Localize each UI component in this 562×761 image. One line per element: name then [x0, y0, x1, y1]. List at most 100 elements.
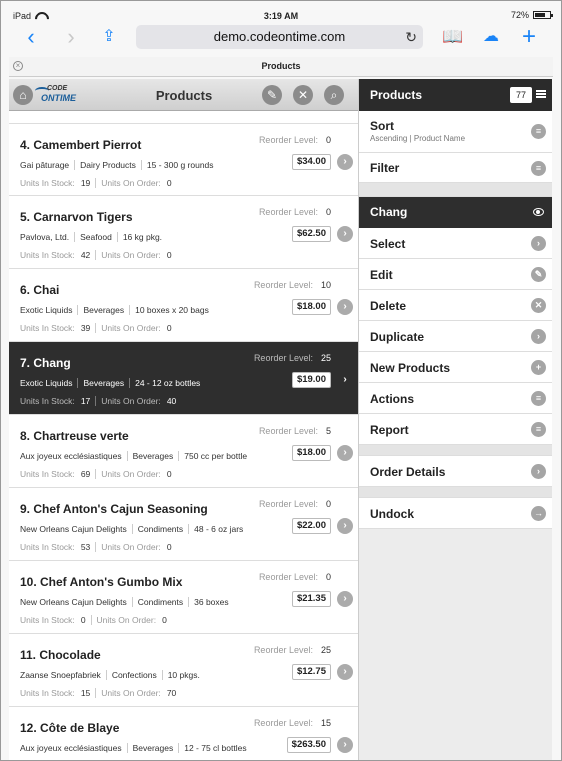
action-edit[interactable]: Edit ✎ — [359, 259, 552, 290]
stock-value: 42 — [80, 250, 91, 260]
stock-info: Units In Stock: 17 Units On Order: 40 — [20, 396, 177, 406]
reorder-value: 15 — [320, 718, 331, 728]
chevron-right-icon[interactable]: › — [337, 518, 353, 534]
quantity-per-unit: 15 - 300 g rounds — [140, 160, 214, 170]
action-delete[interactable]: Delete ✕ — [359, 290, 552, 321]
close-icon[interactable]: ✕ — [293, 85, 313, 105]
action-select[interactable]: Select › — [359, 228, 552, 259]
action-duplicate[interactable]: Duplicate › — [359, 321, 552, 352]
order-label: Units On Order: — [101, 469, 161, 479]
quantity-per-unit: 36 boxes — [188, 597, 229, 607]
product-title: 4. Camembert Pierrot — [20, 138, 142, 152]
product-item[interactable]: 5. Carnarvon Tigers Reorder Level: 0 Pavlov… — [9, 196, 358, 269]
pencil-icon: ✎ — [531, 267, 546, 282]
menu-icon[interactable] — [536, 90, 546, 98]
app-header: ⌂ CODE ONTIME Products ✎ ✕ ⌕ — [9, 79, 358, 111]
forward-icon[interactable]: › — [59, 25, 83, 49]
product-item[interactable]: 8. Chartreuse verte Reorder Level: 5 Aux jo… — [9, 415, 358, 488]
order-details-label: Order Details — [370, 465, 446, 479]
reorder-value: 25 — [320, 353, 331, 363]
chevron-right-icon[interactable]: › — [337, 226, 353, 242]
stock-info: Units In Stock: 39 Units On Order: 0 — [20, 323, 172, 333]
sort-row[interactable]: Sort Ascending | Product Name ≡ — [359, 111, 552, 153]
chevron-right-icon[interactable]: › — [337, 591, 353, 607]
chevron-right-icon: › — [531, 236, 546, 251]
screen: iPad 3:19 AM 72% ‹ › ⇪ demo.codeontime.c… — [0, 0, 562, 761]
product-title: 8. Chartreuse verte — [20, 429, 129, 443]
price-badge: $19.00 — [291, 372, 331, 388]
quantity-per-unit: 750 cc per bottle — [178, 451, 248, 461]
supplier: New Orleans Cajun Delights — [20, 597, 127, 607]
stock-info: Units In Stock: 53 Units On Order: 0 — [20, 542, 172, 552]
category: Condiments — [131, 597, 184, 607]
plus-icon: + — [531, 360, 546, 375]
panel-divider — [359, 183, 552, 197]
chevron-right-icon[interactable]: › — [337, 372, 353, 388]
product-item[interactable]: 11. Chocolade Reorder Level: 25 Zaanse Snoe… — [9, 634, 358, 707]
panel-divider — [359, 445, 552, 456]
new-tab-icon[interactable]: + — [517, 25, 541, 49]
menu-icon: ≡ — [531, 422, 546, 437]
close-icon: ✕ — [531, 298, 546, 313]
category: Confections — [105, 670, 157, 680]
product-item[interactable]: 10. Chef Anton's Gumbo Mix Reorder Level:… — [9, 561, 358, 634]
url-bar[interactable]: demo.codeontime.com ↻ — [136, 25, 423, 49]
bookmarks-icon[interactable]: 📖 — [441, 25, 465, 49]
stock-value: 39 — [80, 323, 91, 333]
category: Beverages — [77, 305, 125, 315]
reorder-value: 5 — [325, 426, 331, 436]
action-label: Actions — [370, 392, 415, 406]
product-title: 12. Côte de Blaye — [20, 721, 120, 735]
cloud-tabs-icon[interactable]: ☁ — [479, 25, 503, 49]
supplier: Gai pâturage — [20, 160, 70, 170]
stock-label: Units In Stock: — [20, 178, 75, 188]
product-item[interactable]: 6. Chai Reorder Level: 10 Exotic Liquids Bev… — [9, 269, 358, 342]
reorder-label: Reorder Level: — [258, 572, 318, 582]
product-item[interactable]: 9. Chef Anton's Cajun Seasoning Reorder L… — [9, 488, 358, 561]
app: ⌂ CODE ONTIME Products ✎ ✕ ⌕ 4. Camember… — [9, 79, 552, 760]
tab-title[interactable]: Products — [9, 61, 553, 71]
product-title: 6. Chai — [20, 283, 60, 297]
chevron-right-icon[interactable]: › — [337, 299, 353, 315]
action-actions[interactable]: Actions ≡ — [359, 383, 552, 414]
supplier: Exotic Liquids — [20, 305, 73, 315]
product-item[interactable]: 4. Camembert Pierrot Reorder Level: 0 Gai p… — [9, 123, 358, 196]
undock-row[interactable]: Undock → — [359, 498, 552, 529]
order-details-row[interactable]: Order Details › — [359, 456, 552, 487]
stock-info: Units In Stock: 69 Units On Order: 0 — [20, 469, 172, 479]
chevron-right-icon[interactable]: › — [337, 154, 353, 170]
order-value: 0 — [166, 250, 172, 260]
price-badge: $21.35 — [291, 591, 331, 607]
edit-icon[interactable]: ✎ — [262, 85, 282, 105]
action-report[interactable]: Report ≡ — [359, 414, 552, 445]
chevron-right-icon[interactable]: › — [337, 445, 353, 461]
product-item[interactable]: 7. Chang Reorder Level: 25 Exotic Liquids Be… — [9, 342, 358, 415]
eye-icon — [533, 208, 544, 216]
reorder-value: 10 — [320, 280, 331, 290]
back-icon[interactable]: ‹ — [19, 25, 43, 49]
reorder-label: Reorder Level: — [253, 645, 313, 655]
reorder-level: Reorder Level: 15 — [254, 718, 331, 728]
chevron-right-icon[interactable]: › — [337, 664, 353, 680]
selected-record-header[interactable]: Chang — [359, 197, 552, 228]
price-badge: $22.00 — [291, 518, 331, 534]
filter-row[interactable]: Filter ≡ — [359, 153, 552, 183]
supplier: New Orleans Cajun Delights — [20, 524, 127, 534]
reload-icon[interactable]: ↻ — [405, 25, 417, 49]
category: Beverages — [126, 451, 174, 461]
order-label: Units On Order: — [101, 178, 161, 188]
action-label: Duplicate — [370, 330, 425, 344]
status-right: 72% — [511, 10, 553, 20]
reorder-label: Reorder Level: — [258, 207, 318, 217]
product-item[interactable]: 12. Côte de Blaye Reorder Level: 15 Aux joy… — [9, 707, 358, 760]
action-new-products[interactable]: New Products + — [359, 352, 552, 383]
stock-value: 19 — [80, 178, 91, 188]
search-icon[interactable]: ⌕ — [324, 85, 344, 105]
chevron-right-icon: › — [531, 329, 546, 344]
stock-value: 15 — [80, 688, 91, 698]
chevron-right-icon[interactable]: › — [337, 737, 353, 753]
reorder-level: Reorder Level: 10 — [254, 280, 331, 290]
share-icon[interactable]: ⇪ — [97, 25, 121, 49]
supplier: Aux joyeux ecclésiastiques — [20, 451, 122, 461]
category: Beverages — [77, 378, 125, 388]
